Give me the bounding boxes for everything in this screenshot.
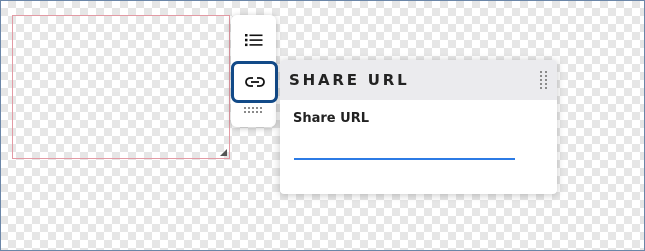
link-icon (244, 77, 265, 87)
share-url-label: Share URL (293, 111, 369, 126)
floating-toolbar (231, 15, 278, 127)
drag-handle-icon[interactable] (540, 71, 548, 91)
share-url-panel: SHARE URL Share URL (280, 60, 557, 194)
drag-handle-icon (244, 107, 262, 113)
resize-handle-icon[interactable] (220, 149, 227, 156)
panel-header[interactable]: SHARE URL (280, 60, 557, 100)
list-button[interactable] (239, 25, 269, 55)
panel-title: SHARE URL (289, 71, 410, 89)
link-button[interactable] (231, 61, 278, 103)
text-box[interactable] (12, 15, 230, 159)
list-icon (245, 34, 263, 47)
toolbar-drag-handle[interactable] (239, 101, 269, 121)
share-url-input[interactable] (294, 138, 515, 160)
